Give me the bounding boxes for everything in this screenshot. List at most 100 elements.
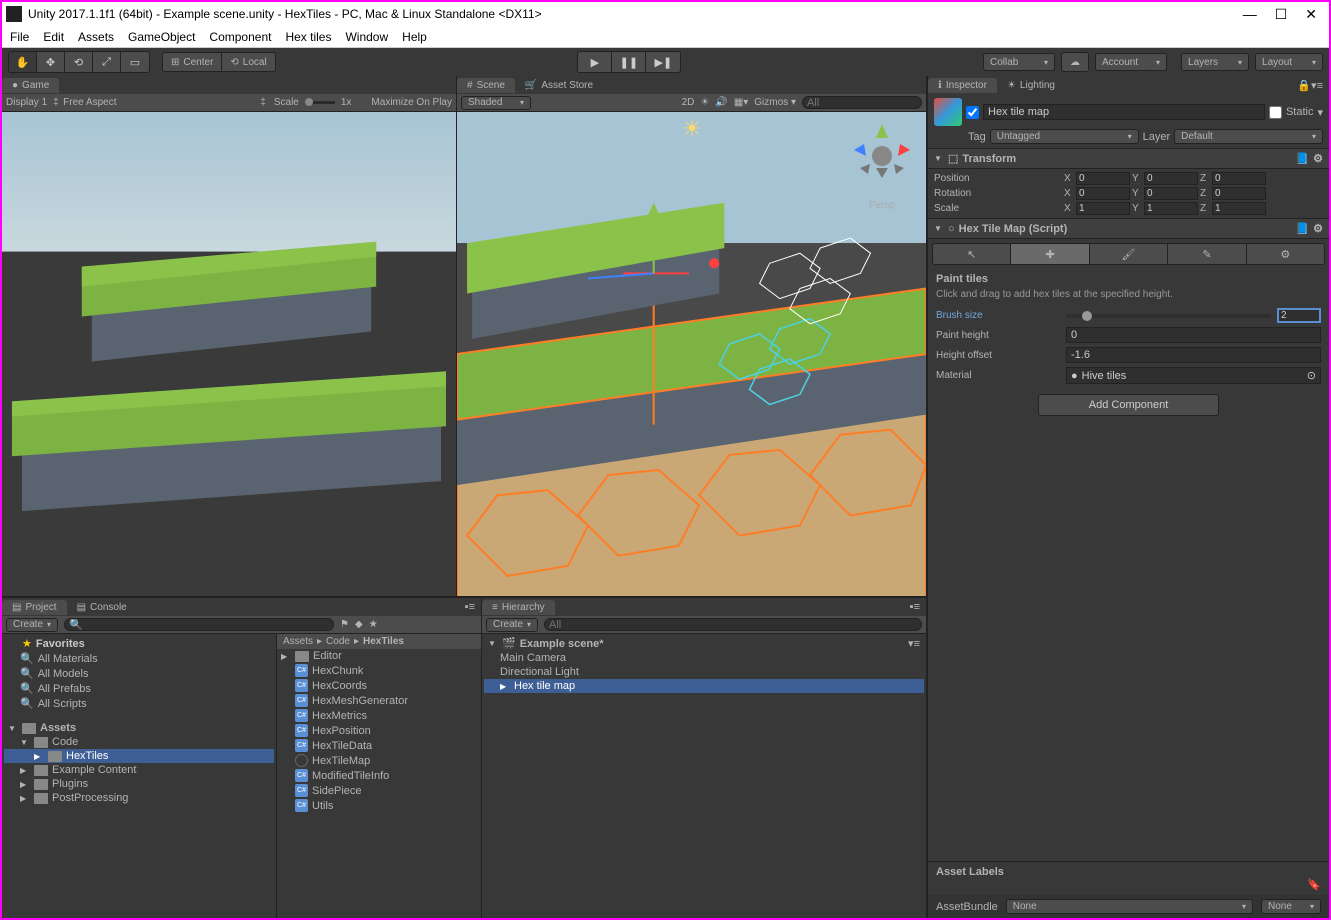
- pos-z[interactable]: [1212, 172, 1266, 185]
- rot-y[interactable]: [1144, 187, 1198, 200]
- hierarchy-search[interactable]: [544, 618, 922, 631]
- tab-scene[interactable]: # Scene: [457, 78, 515, 93]
- maximize-toggle[interactable]: Maximize On Play: [371, 97, 452, 108]
- menu-hextiles[interactable]: Hex tiles: [285, 30, 331, 44]
- folder-code[interactable]: Code: [52, 736, 78, 748]
- panel-menu-icon[interactable]: ▪≡: [910, 601, 926, 613]
- fx-toggle-icon[interactable]: ▦▾: [734, 97, 748, 108]
- tab-lighting[interactable]: ☀ Lighting: [997, 78, 1065, 93]
- fav-all-models[interactable]: All Models: [38, 668, 89, 680]
- hex-tool-settings[interactable]: ⚙: [1247, 244, 1324, 264]
- crumb-code[interactable]: Code: [326, 636, 350, 647]
- menu-assets[interactable]: Assets: [78, 30, 114, 44]
- pos-y[interactable]: [1144, 172, 1198, 185]
- 2d-toggle[interactable]: 2D: [682, 97, 695, 108]
- game-viewport[interactable]: [2, 112, 456, 596]
- rect-tool[interactable]: ▭: [121, 52, 149, 72]
- menu-gameobject[interactable]: GameObject: [128, 30, 195, 44]
- save-search-icon[interactable]: ★: [369, 619, 378, 630]
- go-directional-light[interactable]: Directional Light: [500, 666, 579, 678]
- assetbundle-variant-dropdown[interactable]: None: [1261, 899, 1321, 914]
- hextilemap-header[interactable]: ▼○ Hex Tile Map (Script) 📘: [928, 218, 1329, 239]
- file-hextilemap[interactable]: HexTileMap: [312, 755, 370, 767]
- gizmos-dropdown[interactable]: Gizmos ▾: [754, 97, 796, 108]
- hex-tool-brush[interactable]: 🖌: [1090, 244, 1168, 264]
- pivot-center-toggle[interactable]: ⊞ Center: [162, 52, 222, 72]
- scale-slider[interactable]: [305, 101, 335, 104]
- help-icon[interactable]: 📘: [1295, 152, 1309, 165]
- paint-height-input[interactable]: [1066, 327, 1321, 343]
- gameobject-icon[interactable]: [934, 98, 962, 126]
- file-hexmeshgen[interactable]: HexMeshGenerator: [312, 695, 408, 707]
- scl-y[interactable]: [1144, 202, 1198, 215]
- scl-z[interactable]: [1212, 202, 1266, 215]
- hex-tool-select[interactable]: ↖: [933, 244, 1011, 264]
- gear-icon[interactable]: [1313, 222, 1323, 235]
- file-utils[interactable]: Utils: [312, 800, 333, 812]
- gear-icon[interactable]: [1313, 152, 1323, 165]
- crumb-hextiles[interactable]: HexTiles: [363, 636, 404, 647]
- aspect-dropdown[interactable]: Free Aspect: [63, 97, 116, 108]
- tag-dropdown[interactable]: Untagged: [990, 129, 1139, 144]
- brush-size-input[interactable]: [1277, 308, 1321, 323]
- collab-dropdown[interactable]: Collab: [983, 53, 1055, 71]
- move-tool[interactable]: ✥: [37, 52, 65, 72]
- menu-window[interactable]: Window: [345, 30, 388, 44]
- scl-x[interactable]: [1076, 202, 1130, 215]
- menu-edit[interactable]: Edit: [43, 30, 64, 44]
- add-component-button[interactable]: Add Component: [1038, 394, 1220, 416]
- static-checkbox[interactable]: [1269, 106, 1282, 119]
- go-hex-tile-map[interactable]: Hex tile map: [514, 680, 575, 692]
- pos-x[interactable]: [1076, 172, 1130, 185]
- project-tree[interactable]: ★ Favorites 🔍 All Materials 🔍 All Models…: [2, 634, 277, 918]
- transform-header[interactable]: ▼⬚ Transform 📘: [928, 148, 1329, 169]
- layout-dropdown[interactable]: Layout: [1255, 53, 1323, 71]
- shading-dropdown[interactable]: Shaded: [461, 96, 531, 110]
- layer-dropdown[interactable]: Default: [1174, 129, 1323, 144]
- folder-plugins[interactable]: Plugins: [52, 778, 88, 790]
- hex-tool-erase[interactable]: ✎: [1168, 244, 1246, 264]
- tab-game[interactable]: ● Game: [2, 78, 59, 93]
- hierarchy-tree[interactable]: ▼🎬 Example scene*▾≡ Main Camera Directio…: [482, 634, 926, 918]
- help-icon[interactable]: 📘: [1295, 222, 1309, 235]
- close-button[interactable]: ✕: [1305, 6, 1317, 23]
- folder-postprocessing[interactable]: PostProcessing: [52, 792, 128, 804]
- assetbundle-dropdown[interactable]: None: [1006, 899, 1253, 914]
- rotate-tool[interactable]: ⟲: [65, 52, 93, 72]
- fav-all-materials[interactable]: All Materials: [38, 653, 98, 665]
- hierarchy-create-dropdown[interactable]: Create: [486, 618, 538, 632]
- go-name-field[interactable]: [983, 104, 1265, 120]
- filter-type-icon[interactable]: ◆: [355, 619, 363, 630]
- hex-tool-paint[interactable]: ✚: [1011, 244, 1089, 264]
- scene-root[interactable]: Example scene*: [520, 638, 604, 650]
- go-main-camera[interactable]: Main Camera: [500, 652, 566, 664]
- rot-z[interactable]: [1212, 187, 1266, 200]
- file-editor[interactable]: Editor: [313, 650, 342, 662]
- file-hextiledata[interactable]: HexTileData: [312, 740, 372, 752]
- pause-button[interactable]: ❚❚: [612, 52, 646, 72]
- filter-icon[interactable]: ⚑: [340, 619, 349, 630]
- display-dropdown[interactable]: Display 1: [6, 97, 47, 108]
- account-dropdown[interactable]: Account: [1095, 53, 1167, 71]
- folder-hextiles[interactable]: HexTiles: [66, 750, 108, 762]
- brush-size-slider[interactable]: [1066, 314, 1271, 318]
- material-field[interactable]: ● Hive tiles⊙: [1066, 367, 1321, 384]
- tab-asset-store[interactable]: 🛒 Asset Store: [515, 78, 603, 93]
- hand-tool[interactable]: ✋: [9, 52, 37, 72]
- maximize-button[interactable]: ☐: [1275, 6, 1288, 23]
- scene-menu-icon[interactable]: ▾≡: [908, 637, 920, 650]
- orientation-gizmo[interactable]: Persp: [846, 120, 918, 200]
- fav-all-prefabs[interactable]: All Prefabs: [38, 683, 91, 695]
- lock-icon[interactable]: 🔒▾≡: [1297, 79, 1329, 92]
- step-button[interactable]: ▶❚: [646, 52, 680, 72]
- assets-root[interactable]: Assets: [40, 722, 76, 734]
- panel-menu-icon[interactable]: ▪≡: [465, 601, 481, 613]
- cloud-button[interactable]: ☁: [1061, 52, 1089, 72]
- audio-toggle-icon[interactable]: 🔊: [715, 97, 727, 108]
- go-active-checkbox[interactable]: [966, 106, 979, 119]
- folder-example-content[interactable]: Example Content: [52, 764, 136, 776]
- height-offset-input[interactable]: [1066, 347, 1321, 363]
- scene-search[interactable]: [802, 96, 922, 109]
- menu-help[interactable]: Help: [402, 30, 427, 44]
- fav-all-scripts[interactable]: All Scripts: [38, 698, 87, 710]
